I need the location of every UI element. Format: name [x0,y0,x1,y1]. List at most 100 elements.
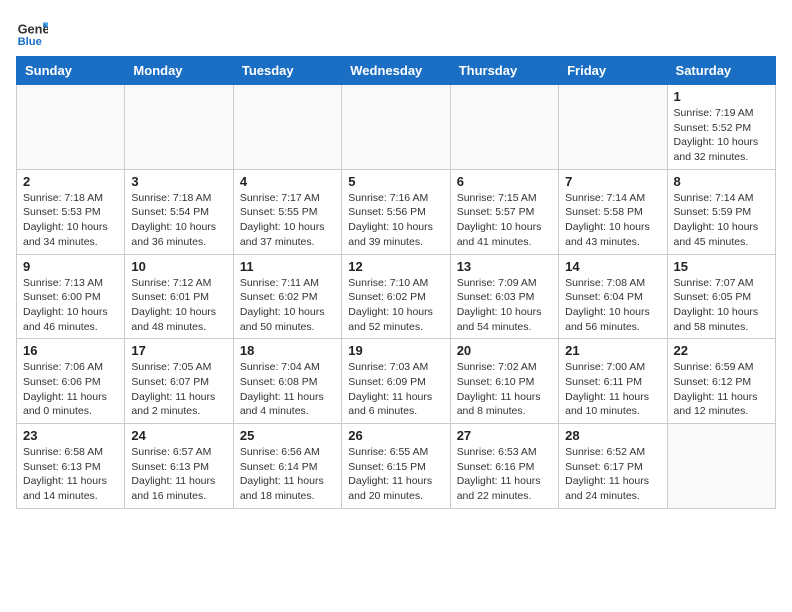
day-number: 9 [23,259,118,274]
calendar-cell: 24 Sunrise: 6:57 AM Sunset: 6:13 PM Dayli… [125,424,233,509]
day-number: 3 [131,174,226,189]
day-number: 10 [131,259,226,274]
day-info: Sunrise: 7:13 AM Sunset: 6:00 PM Dayligh… [23,276,118,335]
calendar-cell: 10 Sunrise: 7:12 AM Sunset: 6:01 PM Dayli… [125,254,233,339]
day-info: Sunrise: 6:59 AM Sunset: 6:12 PM Dayligh… [674,360,769,419]
calendar-cell: 6 Sunrise: 7:15 AM Sunset: 5:57 PM Daylig… [450,169,558,254]
calendar-cell [233,85,341,170]
day-info: Sunrise: 7:18 AM Sunset: 5:54 PM Dayligh… [131,191,226,250]
calendar-cell: 2 Sunrise: 7:18 AM Sunset: 5:53 PM Daylig… [17,169,125,254]
day-number: 4 [240,174,335,189]
day-info: Sunrise: 7:03 AM Sunset: 6:09 PM Dayligh… [348,360,443,419]
logo-icon: General Blue [16,16,48,48]
day-number: 28 [565,428,660,443]
calendar-cell: 3 Sunrise: 7:18 AM Sunset: 5:54 PM Daylig… [125,169,233,254]
day-info: Sunrise: 7:10 AM Sunset: 6:02 PM Dayligh… [348,276,443,335]
day-number: 7 [565,174,660,189]
calendar-cell: 20 Sunrise: 7:02 AM Sunset: 6:10 PM Dayli… [450,339,558,424]
day-number: 6 [457,174,552,189]
logo: General Blue [16,16,48,48]
day-number: 13 [457,259,552,274]
day-number: 5 [348,174,443,189]
week-row-3: 9 Sunrise: 7:13 AM Sunset: 6:00 PM Daylig… [17,254,776,339]
day-info: Sunrise: 7:14 AM Sunset: 5:58 PM Dayligh… [565,191,660,250]
week-row-4: 16 Sunrise: 7:06 AM Sunset: 6:06 PM Dayli… [17,339,776,424]
calendar-cell: 27 Sunrise: 6:53 AM Sunset: 6:16 PM Dayli… [450,424,558,509]
day-info: Sunrise: 7:11 AM Sunset: 6:02 PM Dayligh… [240,276,335,335]
day-info: Sunrise: 7:06 AM Sunset: 6:06 PM Dayligh… [23,360,118,419]
day-info: Sunrise: 7:16 AM Sunset: 5:56 PM Dayligh… [348,191,443,250]
calendar-cell: 22 Sunrise: 6:59 AM Sunset: 6:12 PM Dayli… [667,339,775,424]
day-number: 14 [565,259,660,274]
week-row-5: 23Sunrise: 6:58 AM Sunset: 6:13 PM Dayli… [17,424,776,509]
week-row-2: 2 Sunrise: 7:18 AM Sunset: 5:53 PM Daylig… [17,169,776,254]
day-info: Sunrise: 7:12 AM Sunset: 6:01 PM Dayligh… [131,276,226,335]
calendar-cell: 16 Sunrise: 7:06 AM Sunset: 6:06 PM Dayli… [17,339,125,424]
day-info: Sunrise: 6:52 AM Sunset: 6:17 PM Dayligh… [565,445,660,504]
calendar-cell: 7 Sunrise: 7:14 AM Sunset: 5:58 PM Daylig… [559,169,667,254]
day-info: Sunrise: 7:00 AM Sunset: 6:11 PM Dayligh… [565,360,660,419]
weekday-header-thursday: Thursday [450,57,558,85]
calendar-cell: 18Sunrise: 7:04 AM Sunset: 6:08 PM Dayli… [233,339,341,424]
calendar-cell [342,85,450,170]
calendar-cell: 17 Sunrise: 7:05 AM Sunset: 6:07 PM Dayli… [125,339,233,424]
day-info: Sunrise: 7:05 AM Sunset: 6:07 PM Dayligh… [131,360,226,419]
day-number: 18 [240,343,335,358]
day-number: 16 [23,343,118,358]
calendar-cell: 4 Sunrise: 7:17 AM Sunset: 5:55 PM Daylig… [233,169,341,254]
day-number: 19 [348,343,443,358]
calendar-cell [125,85,233,170]
calendar-cell: 5 Sunrise: 7:16 AM Sunset: 5:56 PM Daylig… [342,169,450,254]
weekday-header-sunday: Sunday [17,57,125,85]
weekday-header-wednesday: Wednesday [342,57,450,85]
day-number: 26 [348,428,443,443]
day-number: 20 [457,343,552,358]
calendar-cell: 26Sunrise: 6:55 AM Sunset: 6:15 PM Dayli… [342,424,450,509]
day-info: Sunrise: 7:19 AM Sunset: 5:52 PM Dayligh… [674,106,769,165]
day-info: Sunrise: 7:09 AM Sunset: 6:03 PM Dayligh… [457,276,552,335]
day-number: 22 [674,343,769,358]
day-info: Sunrise: 7:17 AM Sunset: 5:55 PM Dayligh… [240,191,335,250]
day-number: 21 [565,343,660,358]
day-info: Sunrise: 7:15 AM Sunset: 5:57 PM Dayligh… [457,191,552,250]
day-number: 12 [348,259,443,274]
day-info: Sunrise: 7:14 AM Sunset: 5:59 PM Dayligh… [674,191,769,250]
day-info: Sunrise: 7:08 AM Sunset: 6:04 PM Dayligh… [565,276,660,335]
header: General Blue [16,16,776,48]
calendar-cell: 9 Sunrise: 7:13 AM Sunset: 6:00 PM Daylig… [17,254,125,339]
day-info: Sunrise: 6:53 AM Sunset: 6:16 PM Dayligh… [457,445,552,504]
day-number: 15 [674,259,769,274]
day-number: 11 [240,259,335,274]
day-info: Sunrise: 6:58 AM Sunset: 6:13 PM Dayligh… [23,445,118,504]
day-number: 8 [674,174,769,189]
weekday-header-saturday: Saturday [667,57,775,85]
day-info: Sunrise: 6:56 AM Sunset: 6:14 PM Dayligh… [240,445,335,504]
weekday-header-monday: Monday [125,57,233,85]
day-info: Sunrise: 6:57 AM Sunset: 6:13 PM Dayligh… [131,445,226,504]
calendar-cell: 11 Sunrise: 7:11 AM Sunset: 6:02 PM Dayli… [233,254,341,339]
calendar-cell: 1 Sunrise: 7:19 AM Sunset: 5:52 PM Daylig… [667,85,775,170]
calendar-cell: 12 Sunrise: 7:10 AM Sunset: 6:02 PM Dayli… [342,254,450,339]
calendar-cell: 14 Sunrise: 7:08 AM Sunset: 6:04 PM Dayli… [559,254,667,339]
day-info: Sunrise: 7:02 AM Sunset: 6:10 PM Dayligh… [457,360,552,419]
calendar-cell: 15 Sunrise: 7:07 AM Sunset: 6:05 PM Dayli… [667,254,775,339]
calendar-cell: 21 Sunrise: 7:00 AM Sunset: 6:11 PM Dayli… [559,339,667,424]
week-row-1: 1 Sunrise: 7:19 AM Sunset: 5:52 PM Daylig… [17,85,776,170]
day-number: 27 [457,428,552,443]
svg-text:Blue: Blue [18,36,42,48]
day-number: 1 [674,89,769,104]
day-number: 2 [23,174,118,189]
weekday-header-friday: Friday [559,57,667,85]
calendar-cell: 13 Sunrise: 7:09 AM Sunset: 6:03 PM Dayli… [450,254,558,339]
calendar-cell [450,85,558,170]
calendar-cell: 23Sunrise: 6:58 AM Sunset: 6:13 PM Dayli… [17,424,125,509]
day-info: Sunrise: 7:18 AM Sunset: 5:53 PM Dayligh… [23,191,118,250]
calendar: SundayMondayTuesdayWednesdayThursdayFrid… [16,56,776,509]
day-number: 24 [131,428,226,443]
weekday-header-row: SundayMondayTuesdayWednesdayThursdayFrid… [17,57,776,85]
calendar-cell: 28 Sunrise: 6:52 AM Sunset: 6:17 PM Dayli… [559,424,667,509]
calendar-cell [667,424,775,509]
day-info: Sunrise: 7:07 AM Sunset: 6:05 PM Dayligh… [674,276,769,335]
calendar-cell: 8 Sunrise: 7:14 AM Sunset: 5:59 PM Daylig… [667,169,775,254]
day-number: 17 [131,343,226,358]
